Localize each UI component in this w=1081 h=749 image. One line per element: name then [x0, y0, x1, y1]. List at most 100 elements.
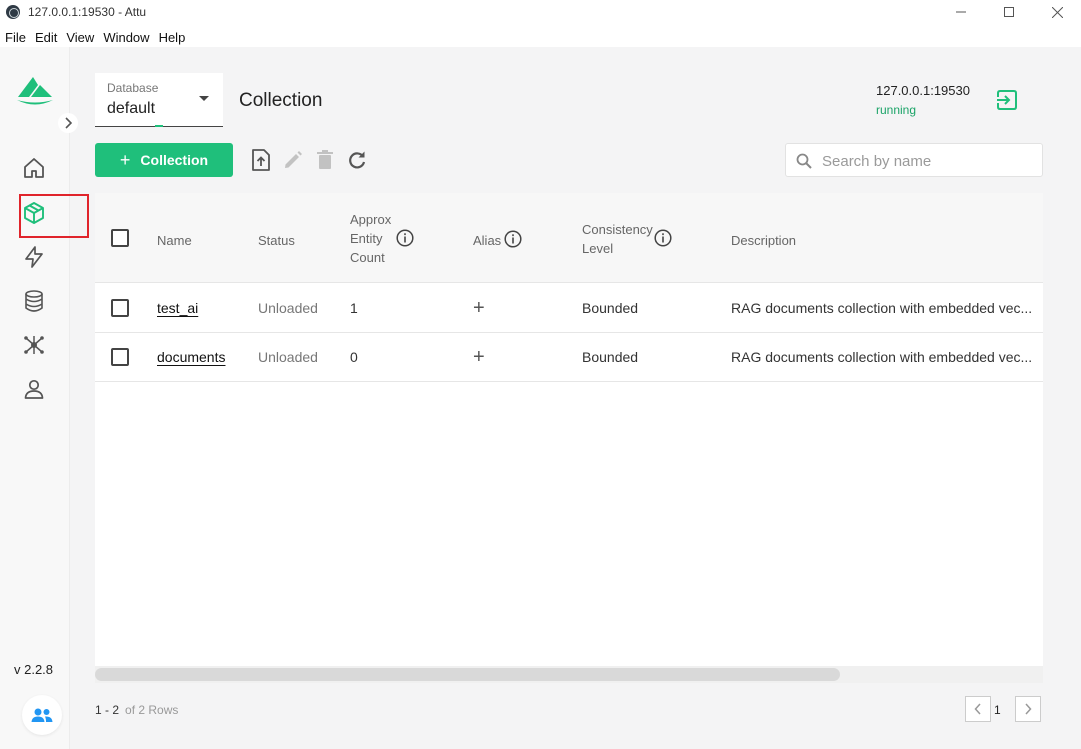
entity-count-cell: 1 [350, 300, 358, 316]
sidebar-expand-button[interactable] [58, 113, 78, 133]
column-header-text: Level [582, 241, 614, 256]
menu-bar: File Edit View Window Help [0, 27, 189, 47]
column-header-alias[interactable]: Alias [473, 231, 501, 250]
pencil-icon [285, 151, 302, 168]
column-header-name[interactable]: Name [157, 231, 192, 250]
add-collection-button[interactable]: + Collection [95, 143, 233, 177]
column-header-text: Approx [350, 212, 392, 227]
file-upload-icon [252, 149, 270, 171]
minimize-button[interactable] [937, 0, 985, 24]
sidebar-item-home[interactable] [20, 154, 48, 182]
menu-edit[interactable]: Edit [35, 30, 57, 45]
collections-table: Name Status Approx Entity Count Alias Co… [95, 193, 1043, 683]
select-all-checkbox[interactable] [111, 229, 129, 247]
menu-help[interactable]: Help [159, 30, 186, 45]
title-bar: 127.0.0.1:19530 - Attu [0, 0, 1081, 24]
people-icon [31, 708, 53, 722]
sidebar-item-databases[interactable] [20, 287, 48, 315]
info-icon[interactable] [504, 230, 522, 248]
chevron-left-icon [974, 703, 981, 715]
page-title: Collection [239, 90, 323, 111]
add-collection-label: Collection [140, 152, 209, 168]
trash-icon [317, 150, 333, 169]
active-item-highlight [19, 194, 89, 238]
row-checkbox[interactable] [111, 348, 129, 366]
database-select[interactable]: Database default [95, 73, 223, 127]
previous-page-button[interactable] [965, 696, 991, 722]
close-window-button[interactable] [1033, 0, 1081, 24]
sidebar-item-search[interactable] [20, 243, 48, 271]
version-label: v 2.2.8 [14, 662, 54, 677]
database-icon [25, 290, 43, 312]
table-header: Name Status Approx Entity Count Alias Co… [95, 193, 1043, 283]
lightning-icon [25, 246, 43, 268]
collection-name-link[interactable]: test_ai [157, 300, 198, 316]
refresh-button[interactable] [346, 149, 368, 171]
search-input[interactable] [822, 151, 1032, 171]
column-header-status[interactable]: Status [258, 231, 295, 250]
row-checkbox[interactable] [111, 299, 129, 317]
delete-button[interactable] [314, 149, 336, 171]
refresh-icon [349, 151, 366, 169]
database-label: Database [107, 81, 159, 95]
user-icon [24, 379, 44, 399]
table-row: documents Unloaded 0 + Bounded RAG docum… [95, 333, 1043, 382]
sidebar-item-users[interactable] [20, 375, 48, 403]
server-status: running [876, 103, 917, 117]
status-cell: Unloaded [258, 300, 318, 316]
horizontal-scrollbar[interactable] [95, 666, 1043, 683]
current-page: 1 [994, 703, 1001, 717]
menu-window[interactable]: Window [103, 30, 149, 45]
consistency-cell: Bounded [582, 349, 639, 365]
info-icon[interactable] [396, 229, 414, 247]
sidebar-item-system[interactable] [20, 331, 48, 359]
column-header-text: Entity [350, 231, 383, 246]
minimize-icon [956, 11, 966, 13]
menu-view[interactable]: View [66, 30, 94, 45]
pagination-range: 1 - 2 [95, 703, 120, 717]
column-header-consistency-level[interactable]: Consistency Level [582, 220, 653, 258]
column-header-text: Count [350, 250, 385, 265]
plus-icon: + [119, 150, 131, 170]
select-focus-accent [155, 125, 163, 127]
milvus-logo-icon [17, 77, 53, 105]
chevron-right-icon [1025, 703, 1032, 715]
table-row: test_ai Unloaded 1 + Bounded RAG documen… [95, 284, 1043, 333]
description-cell: RAG documents collection with embedded v… [731, 349, 1033, 365]
edit-button[interactable] [282, 149, 304, 171]
column-header-description[interactable]: Description [731, 231, 796, 250]
menu-file[interactable]: File [5, 30, 26, 45]
maximize-button[interactable] [985, 0, 1033, 24]
close-icon [1051, 6, 1063, 18]
scrollbar-thumb[interactable] [95, 668, 840, 681]
database-value: default [107, 100, 156, 117]
collection-name-link[interactable]: documents [157, 349, 225, 365]
pagination-info: 1 - 2 of 2 Rows [95, 703, 178, 717]
user-avatar-button[interactable] [22, 695, 62, 735]
search-box [785, 143, 1043, 177]
app-icon [6, 5, 20, 19]
import-button[interactable] [250, 149, 272, 171]
chevron-right-icon [65, 117, 72, 129]
window-title: 127.0.0.1:19530 - Attu [28, 5, 147, 19]
maximize-icon [1004, 7, 1014, 17]
dropdown-caret-icon [199, 96, 209, 101]
info-icon[interactable] [654, 229, 672, 247]
column-header-text: Consistency [582, 222, 653, 237]
search-icon [796, 153, 812, 169]
add-alias-icon[interactable]: + [473, 347, 485, 367]
server-address: 127.0.0.1:19530 [876, 83, 970, 98]
add-alias-icon[interactable]: + [473, 298, 485, 318]
logout-icon [997, 90, 1017, 110]
logout-button[interactable] [995, 88, 1019, 112]
next-page-button[interactable] [1015, 696, 1041, 722]
home-icon [24, 158, 44, 178]
entity-count-cell: 0 [350, 349, 358, 365]
window-controls [937, 0, 1081, 24]
network-icon [24, 336, 44, 354]
description-cell: RAG documents collection with embedded v… [731, 300, 1033, 316]
sidebar: v 2.2.8 [0, 47, 89, 749]
column-header-approx-entity-count[interactable]: Approx Entity Count [350, 210, 391, 267]
consistency-cell: Bounded [582, 300, 639, 316]
status-cell: Unloaded [258, 349, 318, 365]
